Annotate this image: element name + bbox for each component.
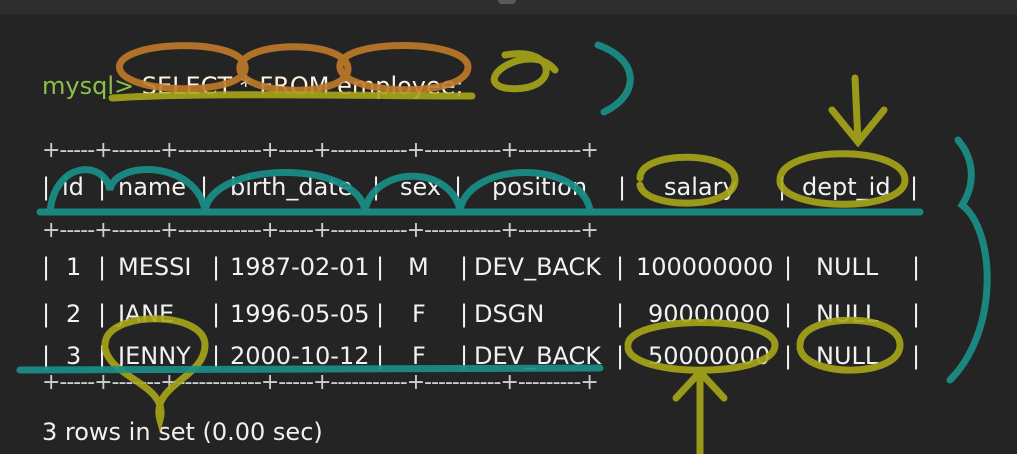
cell-birth-date: 1996-05-05 (230, 300, 370, 328)
cell-id: 1 (66, 253, 82, 281)
cell-birth-date: 2000-10-12 (230, 342, 370, 370)
cell-position: DSGN (474, 300, 545, 328)
cell-dept-id: NULL (816, 300, 879, 328)
query-line: mysql> SELECT * FROM employee; (42, 72, 464, 100)
cell-sex: M (408, 253, 429, 281)
window-notch (498, 0, 516, 4)
column-header-name: name (118, 173, 187, 201)
cell-position: DEV_BACK (474, 342, 602, 370)
column-header-sex: sex (400, 173, 442, 201)
result-status: 3 rows in set (0.00 sec) (42, 418, 323, 446)
cell-salary: 50000000 (648, 342, 771, 370)
table-border-bottom: +-----+-------+------------+-----+------… (42, 370, 599, 395)
cell-dept-id: NULL (816, 253, 879, 281)
window-top-bar (0, 0, 1017, 14)
terminal-output: mysql> SELECT * FROM employee; +-----+--… (42, 72, 921, 446)
cell-name: JENNY (118, 342, 191, 370)
cell-sex: F (412, 342, 426, 370)
column-header-birth-date: birth_date (230, 173, 353, 201)
table-border-middle: +-----+-------+------------+-----+------… (42, 218, 599, 243)
column-header-dept-id: dept_id (802, 173, 891, 201)
cell-name: MESSI (118, 253, 192, 281)
cell-position: DEV_BACK (474, 253, 602, 281)
cell-name: JANE (118, 300, 175, 328)
sql-command: SELECT * FROM employee; (141, 72, 464, 100)
cell-id: 2 (66, 300, 82, 328)
cell-id: 3 (66, 342, 82, 370)
mysql-prompt: mysql> (42, 72, 135, 100)
cell-salary: 100000000 (636, 253, 774, 281)
cell-salary: 90000000 (648, 300, 771, 328)
column-header-id: id (62, 173, 84, 201)
table-border-top: +-----+-------+------------+-----+------… (42, 138, 599, 163)
column-header-position: position (492, 173, 588, 201)
cell-sex: F (412, 300, 426, 328)
column-header-salary: salary (664, 173, 737, 201)
cell-birth-date: 1987-02-01 (230, 253, 370, 281)
cell-dept-id: NULL (816, 342, 879, 370)
